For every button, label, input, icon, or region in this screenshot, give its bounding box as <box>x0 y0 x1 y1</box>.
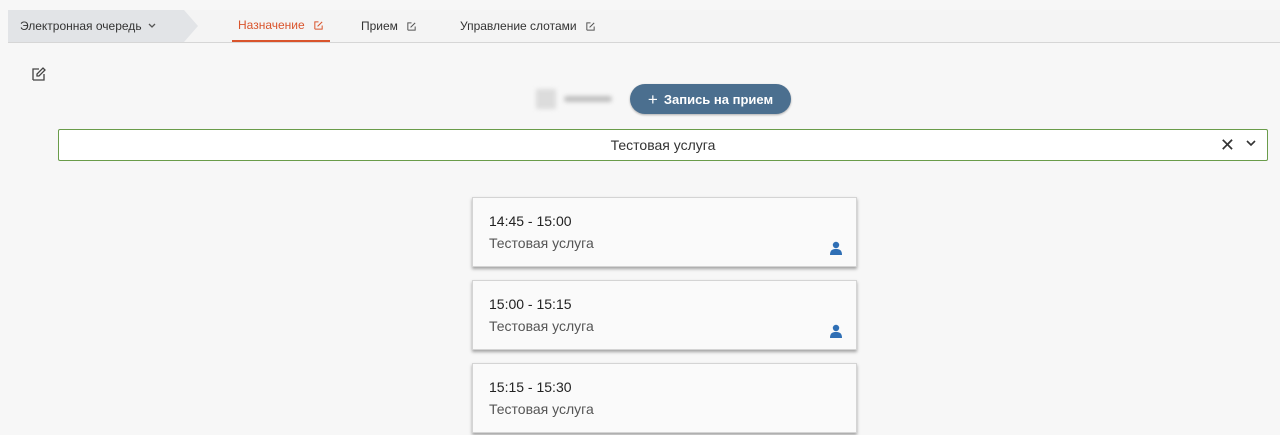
chevron-down-icon[interactable] <box>1245 137 1257 149</box>
record-button-label: Запись на прием <box>663 91 774 107</box>
slot-service: Тестовая услуга <box>489 401 594 417</box>
tab-appointment[interactable]: Назначение <box>232 10 330 42</box>
edit-icon <box>407 21 416 31</box>
person-icon <box>830 324 842 338</box>
slot-card[interactable]: 15:15 - 15:30 Тестовая услуга <box>472 363 857 433</box>
blurred-user-info <box>536 88 618 110</box>
tab-label: Прием <box>361 19 398 33</box>
slot-card[interactable]: 14:45 - 15:00 Тестовая услуга <box>472 197 857 267</box>
slot-card[interactable]: 15:00 - 15:15 Тестовая услуга <box>472 280 857 350</box>
app: Электронная очередь Назначение Прием Упр… <box>0 0 1280 435</box>
breadcrumb-electronic-queue[interactable]: Электронная очередь <box>8 10 198 42</box>
service-select-value: Тестовая услуга <box>610 137 716 153</box>
slot-time: 15:00 - 15:15 <box>489 296 572 312</box>
person-icon <box>830 241 842 255</box>
slot-service: Тестовая услуга <box>489 235 594 251</box>
slot-time: 14:45 - 15:00 <box>489 213 572 229</box>
service-select[interactable]: Тестовая услуга ✕ <box>58 129 1268 161</box>
chevron-down-icon <box>148 21 156 32</box>
tab-reception[interactable]: Прием <box>361 10 417 42</box>
plus-icon: + <box>647 89 658 109</box>
record-appointment-button[interactable]: + Запись на прием <box>630 84 791 114</box>
slot-service: Тестовая услуга <box>489 318 594 334</box>
slot-time: 15:15 - 15:30 <box>489 379 572 395</box>
edit-icon <box>314 20 323 30</box>
breadcrumb-label: Электронная очередь <box>20 19 142 33</box>
close-icon[interactable]: ✕ <box>1220 135 1235 155</box>
top-navigation: Электронная очередь Назначение Прием Упр… <box>8 10 1280 43</box>
tab-label: Назначение <box>238 18 305 32</box>
edit-icon[interactable] <box>31 66 47 82</box>
tab-slot-management[interactable]: Управление слотами <box>460 10 596 42</box>
tab-label: Управление слотами <box>460 19 577 33</box>
edit-icon <box>585 21 595 31</box>
